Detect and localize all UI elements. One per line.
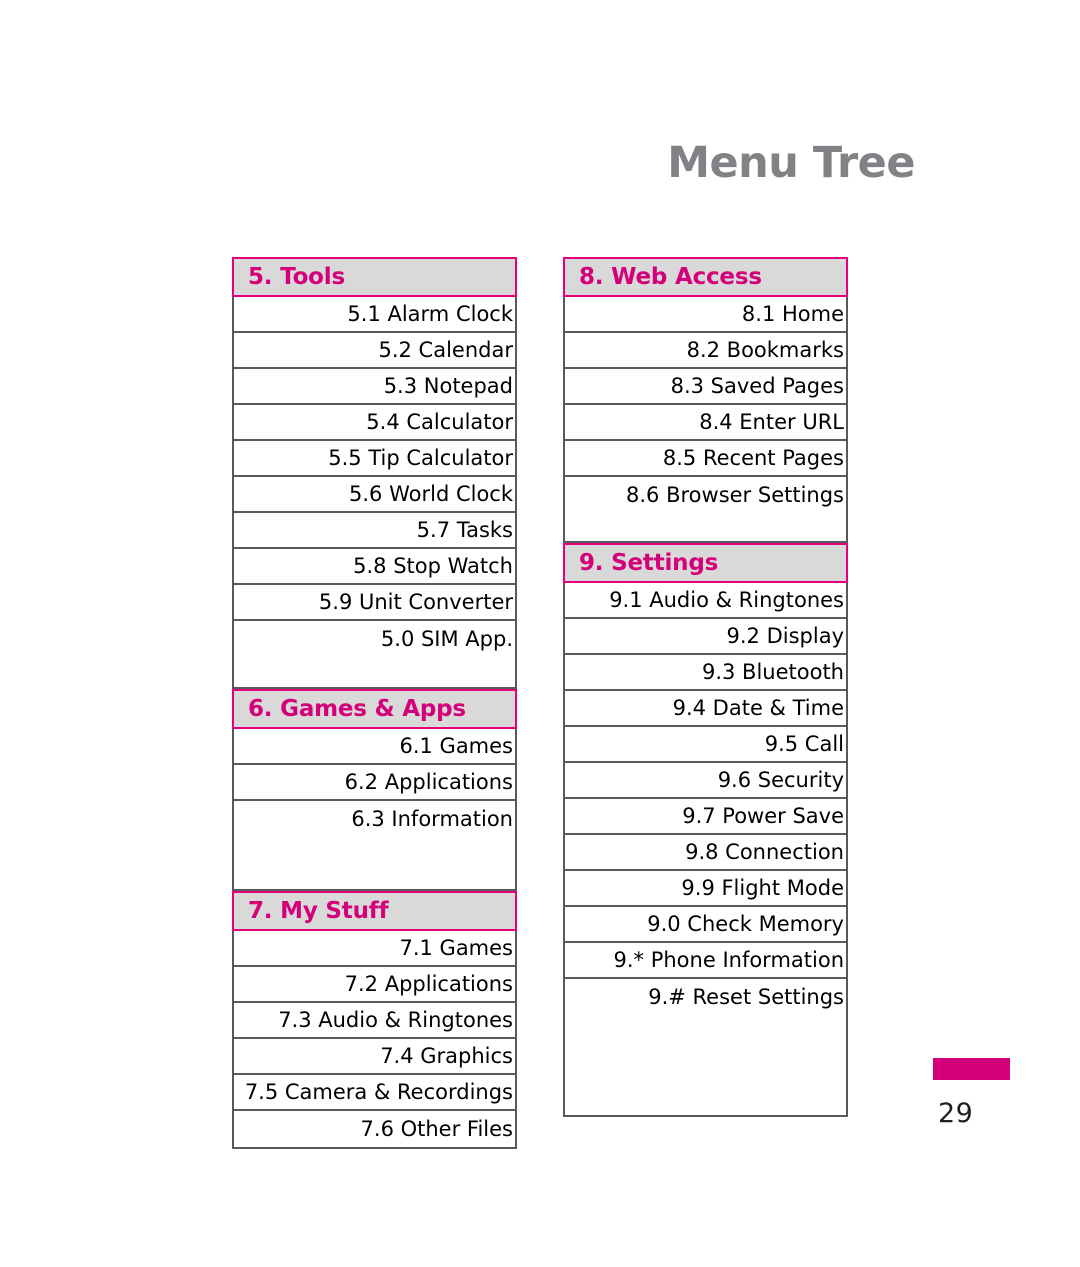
table-row[interactable]: 5.6 World Clock [234,477,515,513]
table-row[interactable]: 7.2 Applications [234,967,515,1003]
menu-item-label: 8.4 Enter URL [699,410,844,434]
menu-item-label: 9.0 Check Memory [647,912,844,936]
page-number: 29 [938,1098,974,1129]
section-header-tools: 5. Tools [232,257,517,297]
section-tools: 5. Tools 5.1 Alarm Clock 5.2 Calendar 5.… [232,257,517,689]
menu-item-label: 9.# Reset Settings [648,985,844,1009]
table-row[interactable]: 5.8 Stop Watch [234,549,515,585]
menu-item-label: 5.3 Notepad [383,374,513,398]
section-games-and-apps: 6. Games & Apps 6.1 Games 6.2 Applicatio… [232,689,517,891]
menu-item-label: 8.6 Browser Settings [626,483,844,507]
table-row[interactable]: 7.1 Games [234,931,515,967]
right-column: 8. Web Access 8.1 Home 8.2 Bookmarks 8.3… [563,257,848,1117]
table-row[interactable]: 5.3 Notepad [234,369,515,405]
menu-item-label: 9.8 Connection [685,840,844,864]
table-row[interactable]: 9.2 Display [565,619,846,655]
table-row[interactable]: 5.9 Unit Converter [234,585,515,621]
table-row[interactable]: 6.1 Games [234,729,515,765]
table-row[interactable]: 5.0 SIM App. [234,621,515,657]
table-row[interactable]: 5.4 Calculator [234,405,515,441]
table-row[interactable]: 9.6 Security [565,763,846,799]
menu-item-label: 8.3 Saved Pages [670,374,844,398]
table-row[interactable]: 5.5 Tip Calculator [234,441,515,477]
page-title: Menu Tree [667,138,915,188]
menu-item-label: 5.1 Alarm Clock [347,302,513,326]
table-row[interactable]: 7.3 Audio & Ringtones [234,1003,515,1039]
menu-item-label: 5.4 Calculator [366,410,513,434]
table-row[interactable]: 5.7 Tasks [234,513,515,549]
section-web-access: 8. Web Access 8.1 Home 8.2 Bookmarks 8.3… [563,257,848,543]
menu-item-label: 9.1 Audio & Ringtones [609,588,844,612]
menu-item-label: 7.5 Camera & Recordings [244,1080,513,1104]
section-my-stuff: 7. My Stuff 7.1 Games 7.2 Applications 7… [232,891,517,1149]
menu-item-label: 7.1 Games [399,936,513,960]
menu-item-label: 5.7 Tasks [416,518,513,542]
table-row[interactable]: 6.3 Information [234,801,515,837]
table-row[interactable]: 8.2 Bookmarks [565,333,846,369]
menu-item-label: 7.3 Audio & Ringtones [278,1008,513,1032]
table-row[interactable]: 9.7 Power Save [565,799,846,835]
menu-item-label: 5.5 Tip Calculator [328,446,513,470]
table-row[interactable]: 5.2 Calendar [234,333,515,369]
table-row[interactable]: 8.1 Home [565,297,846,333]
menu-item-label: 9.4 Date & Time [672,696,844,720]
table-row[interactable]: 9.# Reset Settings [565,979,846,1015]
table-row[interactable]: 8.4 Enter URL [565,405,846,441]
menu-item-label: 5.8 Stop Watch [353,554,513,578]
menu-item-label: 6.1 Games [399,734,513,758]
menu-item-label: 6.3 Information [351,807,513,831]
table-row[interactable]: 9.* Phone Information [565,943,846,979]
menu-item-label: 8.1 Home [741,302,844,326]
menu-item-label: 9.3 Bluetooth [701,660,844,684]
section-header-web-access: 8. Web Access [563,257,848,297]
section-rows-games-and-apps: 6.1 Games 6.2 Applications 6.3 Informati… [232,729,517,891]
section-header-settings: 9. Settings [563,543,848,583]
table-row[interactable]: 7.4 Graphics [234,1039,515,1075]
menu-item-label: 9.6 Security [717,768,844,792]
menu-item-label: 5.6 World Clock [349,482,513,506]
table-row[interactable]: 6.2 Applications [234,765,515,801]
table-row[interactable]: 9.4 Date & Time [565,691,846,727]
menu-item-label: 8.2 Bookmarks [686,338,844,362]
menu-item-label: 7.2 Applications [344,972,513,996]
table-row[interactable]: 8.5 Recent Pages [565,441,846,477]
table-row[interactable]: 9.5 Call [565,727,846,763]
menu-item-label: 8.5 Recent Pages [662,446,844,470]
table-row[interactable]: 9.1 Audio & Ringtones [565,583,846,619]
table-row[interactable]: 9.0 Check Memory [565,907,846,943]
section-header-games-and-apps: 6. Games & Apps [232,689,517,729]
menu-item-label: 7.4 Graphics [380,1044,513,1068]
table-row[interactable]: 9.9 Flight Mode [565,871,846,907]
menu-item-label: 9.5 Call [764,732,844,756]
table-row[interactable]: 7.6 Other Files [234,1111,515,1147]
menu-item-label: 6.2 Applications [344,770,513,794]
table-row[interactable]: 8.6 Browser Settings [565,477,846,513]
section-settings: 9. Settings 9.1 Audio & Ringtones 9.2 Di… [563,543,848,1117]
menu-item-label: 9.* Phone Information [613,948,845,972]
section-rows-settings: 9.1 Audio & Ringtones 9.2 Display 9.3 Bl… [563,583,848,1117]
menu-item-label: 9.7 Power Save [682,804,844,828]
table-row[interactable]: 8.3 Saved Pages [565,369,846,405]
section-rows-tools: 5.1 Alarm Clock 5.2 Calendar 5.3 Notepad… [232,297,517,689]
page-marker-bar [933,1058,1010,1080]
menu-item-label: 5.2 Calendar [378,338,513,362]
left-column: 5. Tools 5.1 Alarm Clock 5.2 Calendar 5.… [232,257,517,1149]
section-rows-my-stuff: 7.1 Games 7.2 Applications 7.3 Audio & R… [232,931,517,1149]
table-row[interactable]: 7.5 Camera & Recordings [234,1075,515,1111]
menu-item-label: 9.2 Display [726,624,844,648]
section-header-my-stuff: 7. My Stuff [232,891,517,931]
section-rows-web-access: 8.1 Home 8.2 Bookmarks 8.3 Saved Pages 8… [563,297,848,543]
menu-item-label: 5.9 Unit Converter [318,590,513,614]
table-row[interactable]: 9.3 Bluetooth [565,655,846,691]
table-row[interactable]: 5.1 Alarm Clock [234,297,515,333]
table-row[interactable]: 9.8 Connection [565,835,846,871]
menu-item-label: 7.6 Other Files [360,1117,513,1141]
menu-item-label: 5.0 SIM App. [380,627,513,651]
menu-item-label: 9.9 Flight Mode [681,876,844,900]
